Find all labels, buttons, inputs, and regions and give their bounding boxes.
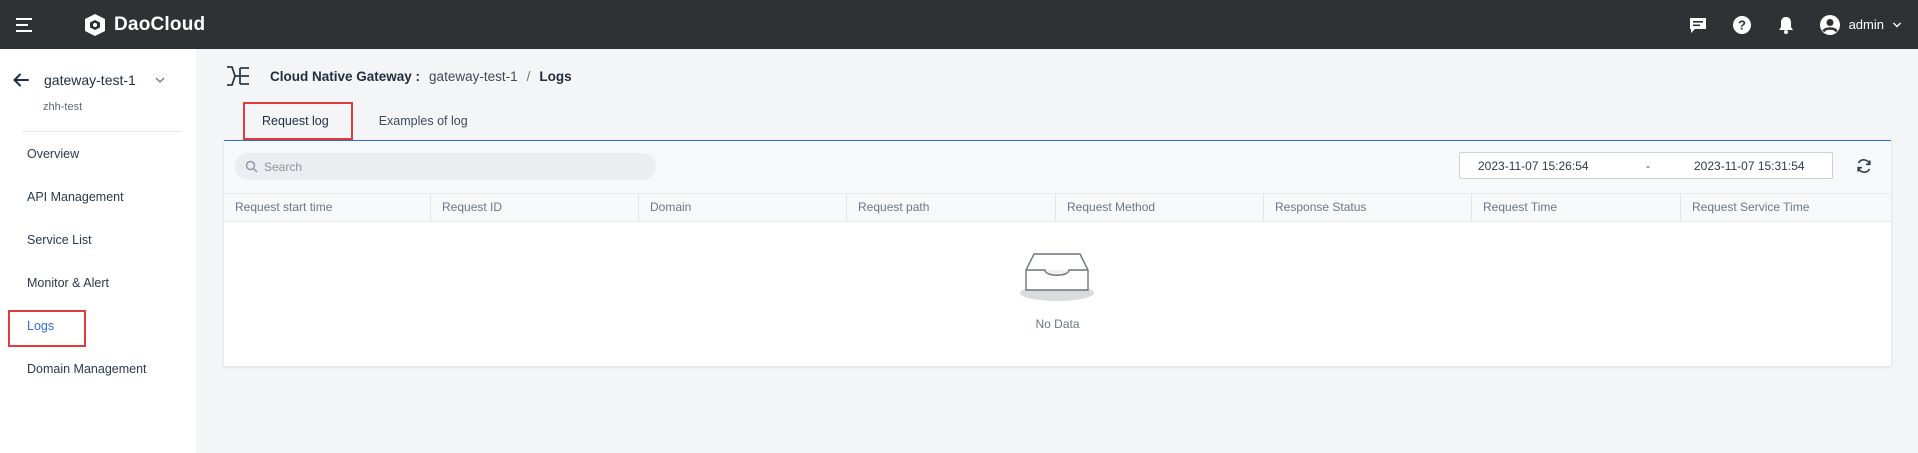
date-start[interactable]: 2023-11-07 15:26:54: [1478, 159, 1589, 173]
column-header[interactable]: Request Time: [1472, 194, 1681, 221]
date-separator: -: [1646, 158, 1650, 173]
user-avatar-icon: [1819, 14, 1840, 35]
breadcrumb-current: Logs: [539, 68, 572, 84]
top-bar: DaoCloud ? admin: [0, 0, 1918, 49]
sidebar-item-service-list[interactable]: Service List: [27, 233, 92, 247]
breadcrumb-gateway[interactable]: gateway-test-1: [429, 69, 518, 84]
empty-text: No Data: [1035, 317, 1080, 331]
breadcrumb: Cloud Native Gateway : gateway-test-1 / …: [270, 69, 572, 84]
sidebar: gateway-test-1 zhh-test Overview API Man…: [0, 49, 196, 453]
search-input[interactable]: [264, 159, 644, 174]
highlight-box: [8, 310, 86, 347]
brand-name: DaoCloud: [114, 13, 206, 35]
chevron-down-icon[interactable]: [154, 74, 166, 86]
user-menu[interactable]: admin: [1819, 14, 1902, 36]
column-header[interactable]: Response Status: [1264, 194, 1472, 221]
divider: [22, 131, 182, 132]
help-icon[interactable]: ?: [1731, 14, 1753, 36]
user-name: admin: [1848, 17, 1884, 32]
column-header[interactable]: Request Method: [1056, 194, 1264, 221]
svg-text:?: ?: [1738, 17, 1746, 32]
gateway-icon: [227, 66, 249, 86]
sidebar-item-domain-management[interactable]: Domain Management: [27, 362, 147, 376]
tab-examples-of-log[interactable]: Examples of log: [361, 101, 486, 139]
empty-state: No Data: [224, 222, 1891, 367]
column-header[interactable]: Request path: [847, 194, 1056, 221]
empty-inbox-icon: [1020, 253, 1094, 301]
table-header: Request start time Request ID Domain Req…: [224, 193, 1891, 222]
sidebar-item-overview[interactable]: Overview: [27, 147, 79, 161]
sidebar-item-monitor-alert[interactable]: Monitor & Alert: [27, 276, 109, 290]
logs-panel: 2023-11-07 15:26:54 - 2023-11-07 15:31:5…: [224, 140, 1891, 366]
breadcrumb-root[interactable]: Cloud Native Gateway :: [270, 69, 420, 84]
gateway-namespace: zhh-test: [43, 101, 83, 113]
logo-icon: [85, 13, 105, 36]
sidebar-item-api-management[interactable]: API Management: [27, 190, 124, 204]
bell-icon[interactable]: [1775, 14, 1797, 36]
column-header[interactable]: Domain: [639, 194, 847, 221]
table-toolbar: 2023-11-07 15:26:54 - 2023-11-07 15:31:5…: [224, 141, 1891, 193]
highlight-box: [243, 102, 353, 140]
menu-icon[interactable]: [16, 13, 40, 37]
search-icon: [245, 160, 258, 173]
column-header[interactable]: Request ID: [431, 194, 639, 221]
gateway-name[interactable]: gateway-test-1: [44, 72, 136, 88]
breadcrumb-separator: /: [526, 68, 531, 84]
date-range-picker[interactable]: 2023-11-07 15:26:54 - 2023-11-07 15:31:5…: [1459, 152, 1833, 179]
column-header[interactable]: Request Service Time: [1681, 194, 1891, 221]
back-arrow-icon[interactable]: [10, 69, 32, 91]
chevron-down-icon: [1893, 22, 1901, 27]
date-end[interactable]: 2023-11-07 15:31:54: [1694, 159, 1805, 173]
brand-logo[interactable]: DaoCloud: [82, 12, 205, 38]
message-icon[interactable]: [1687, 14, 1709, 36]
search-box[interactable]: [235, 153, 656, 180]
page-header: Cloud Native Gateway : gateway-test-1 / …: [224, 62, 572, 90]
refresh-icon[interactable]: [1855, 157, 1873, 175]
column-header[interactable]: Request start time: [224, 194, 431, 221]
